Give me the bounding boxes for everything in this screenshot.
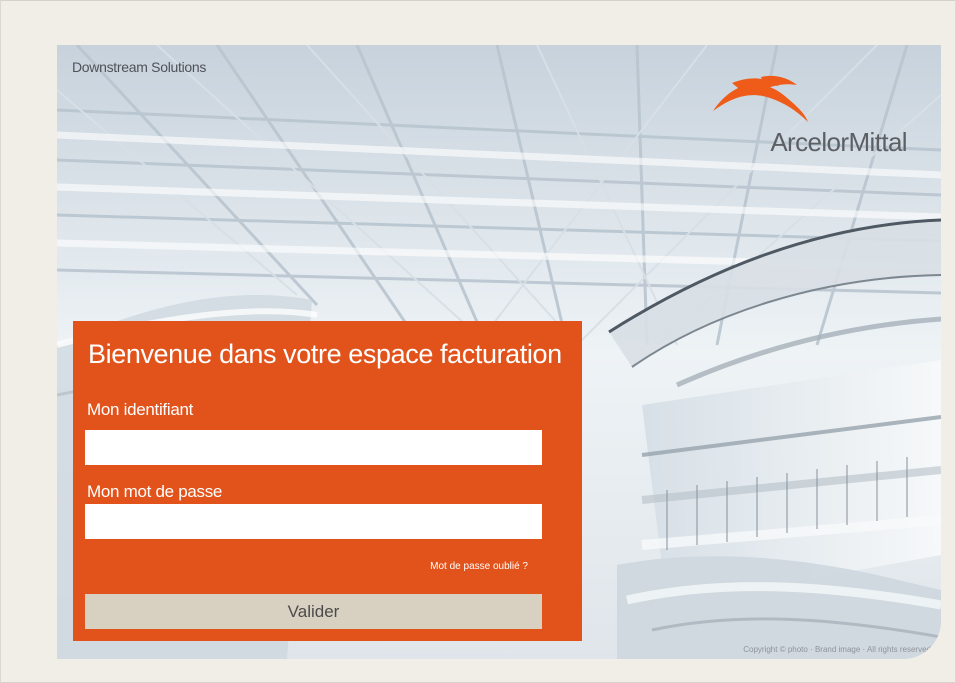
login-panel: Bienvenue dans votre espace facturation …	[73, 321, 582, 641]
login-title: Bienvenue dans votre espace facturation	[88, 339, 562, 369]
password-input[interactable]	[85, 504, 542, 539]
arcelormittal-logo-icon	[713, 75, 808, 122]
username-input[interactable]	[85, 430, 542, 465]
arcelormittal-wordmark: ArcelorMittal	[770, 127, 907, 157]
photo-credit: Copyright © photo · Brand image · All ri…	[743, 645, 931, 654]
username-label: Mon identifiant	[87, 400, 194, 419]
submit-button[interactable]: Valider	[85, 594, 542, 629]
forgot-password-link[interactable]: Mot de passe oublié ?	[430, 561, 528, 572]
downstream-solutions-caption: Downstream Solutions	[72, 59, 207, 75]
password-label: Mon mot de passe	[87, 482, 223, 501]
page-frame: Downstream Solutions ArcelorMittal Copyr…	[0, 0, 956, 683]
arcelormittal-logo: ArcelorMittal	[707, 69, 908, 169]
